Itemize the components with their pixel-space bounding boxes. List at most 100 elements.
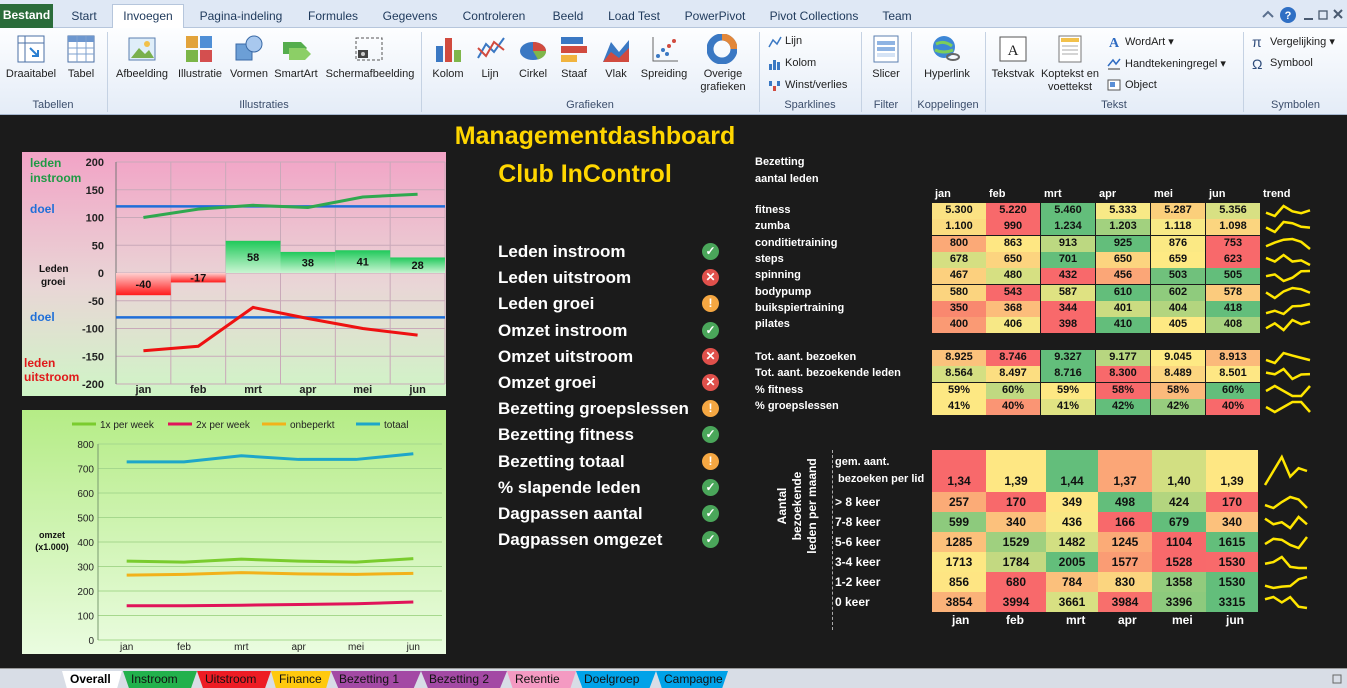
koptekst-button[interactable]: Koptekst en (1038, 68, 1102, 80)
sheet-tab[interactable]: Uitstroom (197, 671, 271, 688)
table-cell: 503 (1151, 268, 1205, 285)
sheet-tab[interactable]: Bezetting 2 (421, 671, 507, 688)
tabel-button[interactable]: Tabel (62, 68, 100, 80)
tab-formules[interactable]: Formules (298, 5, 368, 28)
help-icon[interactable]: ? (1280, 7, 1296, 23)
x-tick-label: feb (190, 384, 207, 396)
wordart-button[interactable]: WordArt ▾ (1125, 35, 1174, 48)
symbool-button[interactable]: Symbool (1270, 57, 1313, 69)
tab-gegevens[interactable]: Gegevens (374, 5, 446, 28)
handtekeningregel-button[interactable]: Handtekeningregel ▾ (1125, 57, 1226, 70)
sheet-scroll-icon[interactable] (1330, 672, 1344, 686)
table-cell: 5.220 (986, 203, 1040, 219)
table-cell: 350 (932, 300, 986, 317)
overige-grafieken-button[interactable]: Overige (692, 68, 754, 80)
growth-data-label: 28 (411, 260, 423, 272)
draaitabel-button[interactable]: Draaitabel (2, 68, 60, 80)
table-cell: 170 (986, 492, 1046, 512)
lijn-button[interactable]: Lijn (470, 68, 510, 80)
trend-sparkline (1264, 515, 1308, 530)
tekstvak-button[interactable]: Tekstvak (988, 68, 1038, 80)
omzet-chart[interactable]: 800 700 600 500 400 300 200 100 0 jan feb mrt apr mei… (22, 410, 446, 654)
sparkline-kolom-button[interactable]: Kolom (785, 57, 816, 69)
tab-load-test[interactable]: Load Test (600, 5, 668, 28)
table-cell: 3994 (986, 592, 1046, 612)
vergelijking-button[interactable]: Vergelijking ▾ (1270, 35, 1335, 48)
table-title: Bezetting (755, 156, 805, 168)
table-cell: 587 (1041, 284, 1095, 301)
table-cell: 5.300 (932, 203, 986, 219)
table-cell: 5.356 (1206, 203, 1260, 219)
sheet-tab[interactable]: Doelgroep (576, 671, 656, 688)
table-cell: 405 (1151, 317, 1205, 334)
trend-sparkline (1265, 253, 1311, 266)
vormen-button[interactable]: Vormen (226, 68, 272, 80)
handtekeningregel-label: Handtekeningregel (1125, 58, 1218, 70)
tab-start[interactable]: Start (58, 5, 110, 28)
minimize-icon[interactable] (1304, 18, 1313, 20)
sparkline-lijn-button[interactable]: Lijn (785, 35, 802, 47)
staaf-button[interactable]: Staaf (554, 68, 594, 80)
sparkline-winst-verlies-button[interactable]: Winst/verlies (785, 79, 847, 91)
clipart-icon (186, 36, 212, 62)
cirkel-button[interactable]: Cirkel (512, 68, 554, 80)
x-tick-label: mei (353, 384, 372, 396)
shapes-icon (235, 35, 263, 61)
sheet-tab[interactable]: Finance (271, 671, 331, 688)
trend-sparkline (1264, 555, 1308, 570)
sheet-tab[interactable]: Campagne (656, 671, 728, 688)
tab-powerpivot[interactable]: PowerPivot (674, 5, 756, 28)
restore-icon[interactable] (1318, 10, 1328, 20)
hyperlink-button[interactable]: Hyperlink (912, 68, 982, 80)
group-tekst: Tekst (1101, 99, 1127, 111)
table-cell: 349 (1046, 492, 1098, 512)
kpi-label: Dagpassen omgezet (498, 530, 663, 550)
object-button[interactable]: Object (1125, 79, 1157, 91)
y-tick-label: 300 (77, 563, 94, 574)
table-cell: 40% (986, 398, 1040, 415)
table-cell: 701 (1041, 251, 1095, 268)
kolom-button[interactable]: Kolom (426, 68, 470, 80)
table-cell: 659 (1151, 251, 1205, 268)
screenshot-icon (355, 37, 383, 61)
row-label: spinning (755, 269, 801, 282)
table-cell: 602 (1151, 284, 1205, 301)
sparkline-trend (1264, 595, 1308, 610)
tab-controleren[interactable]: Controleren (452, 5, 536, 28)
table-cell: 8.913 (1206, 350, 1260, 366)
sheet-tab[interactable]: Retentie (507, 671, 576, 688)
row-label: 0 keer (835, 595, 870, 609)
worksheet-overall[interactable]: Managementdashboard Club InControl 200 15… (0, 116, 1347, 668)
table-cell: 5.333 (1096, 203, 1150, 219)
table-cell: 784 (1046, 572, 1098, 592)
tab-bestand[interactable]: Bestand (0, 4, 53, 28)
sparkline-trend (1265, 204, 1311, 218)
minimize-ribbon-icon[interactable] (1262, 10, 1274, 18)
sheet-tab[interactable]: Overall (62, 671, 122, 688)
vlak-button[interactable]: Vlak (596, 68, 636, 80)
table-cell: 678 (932, 251, 986, 268)
afbeelding-button[interactable]: Afbeelding (112, 68, 172, 80)
trend-sparkline (1265, 204, 1311, 218)
trend-sparkline (1264, 495, 1308, 510)
trend-sparkline (1264, 536, 1308, 550)
close-icon[interactable] (1333, 9, 1343, 19)
schermafbeelding-button[interactable]: Schermafbeelding (322, 68, 418, 80)
spreiding-button[interactable]: Spreiding (638, 68, 690, 80)
sheet-tab[interactable]: Instroom (123, 671, 197, 688)
illustratie-button[interactable]: Illustratie (174, 68, 226, 80)
group-illustraties: Illustraties (239, 99, 289, 111)
tab-beeld[interactable]: Beeld (542, 5, 594, 28)
smartart-button[interactable]: SmartArt (272, 68, 320, 80)
sheet-tab[interactable]: Bezetting 1 (331, 671, 421, 688)
table-cell: 1,39 (986, 450, 1046, 492)
trend-sparkline (1265, 367, 1311, 381)
tab-invoegen[interactable]: Invoegen (112, 4, 184, 29)
leden-chart[interactable]: 200 150 100 50 0 -50 -100 -150 -200 -40 -17 58 38 41 2… (22, 152, 446, 396)
tab-pivot-collections[interactable]: Pivot Collections (762, 5, 866, 28)
donut-chart-icon (707, 34, 737, 64)
tab-team[interactable]: Team (872, 5, 922, 28)
row-label: Tot. aant. bezoeken (755, 351, 857, 363)
tab-pagina-indeling[interactable]: Pagina-indeling (190, 5, 292, 28)
slicer-button[interactable]: Slicer (862, 68, 910, 80)
